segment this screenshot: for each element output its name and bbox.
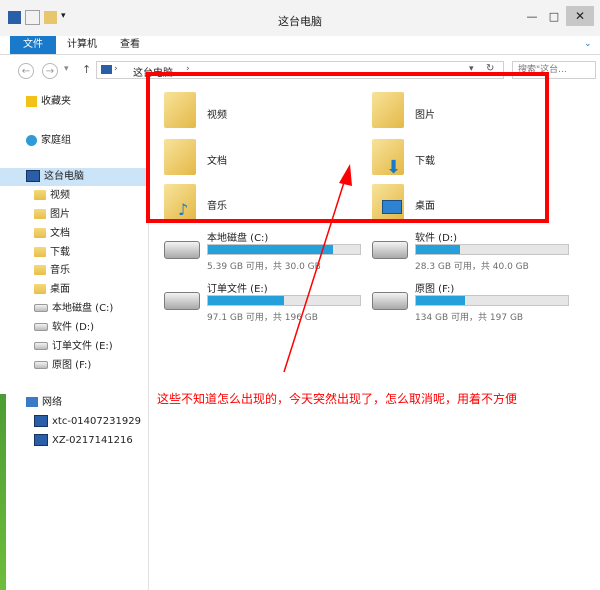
arrow-head: [339, 164, 352, 186]
annotation-arrow: [283, 164, 352, 373]
annotation-text: 这些不知道怎么出现的，今天突然出现了，怎么取消呢，用着不方便: [157, 392, 518, 406]
arrow-line: [283, 175, 347, 373]
